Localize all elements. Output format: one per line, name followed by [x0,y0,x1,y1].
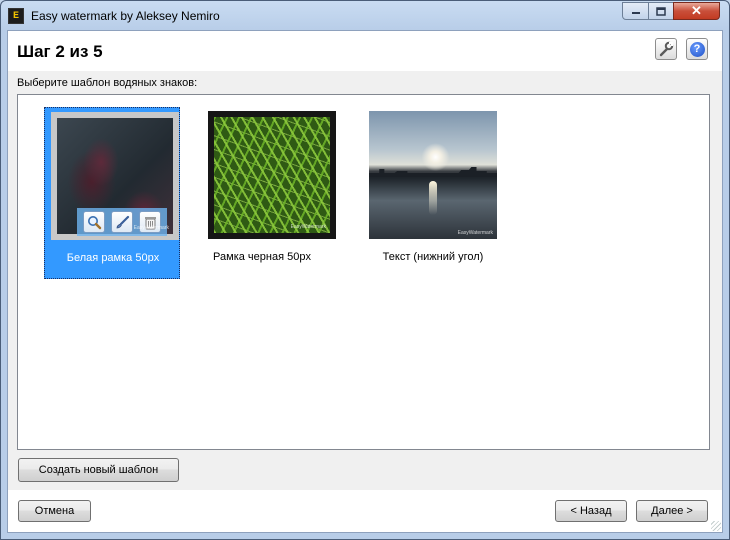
create-template-button[interactable]: Создать новый шаблон [18,458,179,482]
maximize-icon [656,6,666,16]
template-tile[interactable]: EasyWatermark Белая рамка 50px [44,107,180,279]
template-label: Рамка черная 50px [213,251,311,263]
maximize-button[interactable] [648,2,674,20]
wizard-header: Шаг 2 из 5 ? [8,31,722,71]
template-label: Белая рамка 50px [66,252,160,264]
template-prompt: Выберите шаблон водяных знаков: [17,77,198,89]
close-icon: ✕ [691,3,702,18]
edit-button[interactable] [111,211,133,233]
brush-icon [116,215,129,228]
next-button[interactable]: Далее > [636,500,708,522]
help-button[interactable]: ? [686,38,708,60]
app-window: E Easy watermark by Aleksey Nemiro ✕ Шаг… [0,0,730,540]
question-icon: ? [689,41,705,57]
back-button[interactable]: < Назад [555,500,627,522]
city-skyline [369,167,497,177]
step-title: Шаг 2 из 5 [17,42,103,61]
wrench-icon [659,41,674,57]
window-title: Easy watermark by Aleksey Nemiro [31,9,220,23]
thumbnail-watermark: EasyWatermark [290,224,326,230]
template-label: Текст (нижний угол) [382,251,484,263]
template-thumbnail: EasyWatermark [208,111,336,239]
template-list[interactable]: EasyWatermark Белая рамка 50px EasyWater… [17,94,710,450]
sun-reflection [429,181,437,215]
close-button[interactable]: ✕ [673,2,720,20]
title-bar[interactable]: E Easy watermark by Aleksey Nemiro ✕ [1,1,729,31]
cancel-button[interactable]: Отмена [18,500,91,522]
preview-button[interactable] [83,211,105,233]
wizard-client-area: Шаг 2 из 5 ? Выберите шаблон водяных зна… [7,30,723,533]
template-tile[interactable]: EasyWatermark Рамка черная 50px [180,107,336,279]
resize-grip[interactable] [711,521,721,531]
template-tile[interactable]: EasyWatermark Текст (нижний угол) [341,107,497,279]
search-icon [87,215,101,229]
thumbnail-watermark: EasyWatermark [457,230,493,236]
settings-button[interactable] [655,38,677,60]
template-thumbnail: EasyWatermark [51,112,179,240]
tile-action-bar [77,208,167,236]
app-logo-icon: E [8,8,24,24]
minimize-button[interactable] [622,2,649,20]
minimize-icon [631,12,640,14]
thumbnail-watermark: EasyWatermark [133,225,169,231]
template-thumbnail: EasyWatermark [369,111,497,239]
